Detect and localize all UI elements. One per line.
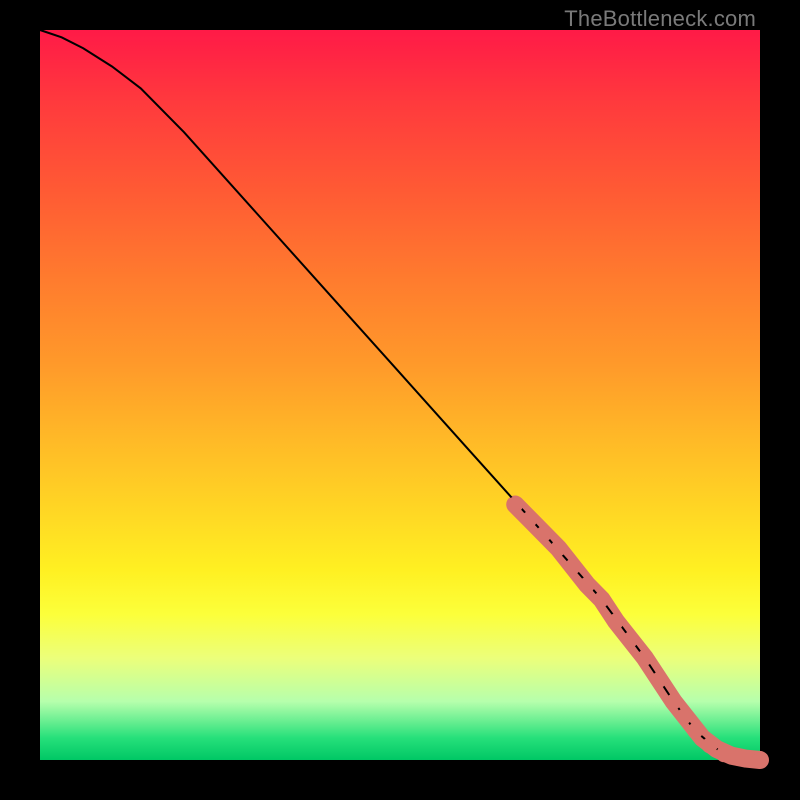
data-point xyxy=(651,672,667,688)
data-point xyxy=(536,526,552,542)
data-point xyxy=(594,591,610,607)
data-point xyxy=(666,694,682,710)
data-point xyxy=(622,632,638,648)
watermark-text: TheBottleneck.com xyxy=(564,6,756,32)
data-point xyxy=(565,559,581,575)
data-point xyxy=(637,650,653,666)
data-point xyxy=(702,737,718,753)
data-point xyxy=(752,752,768,768)
data-point xyxy=(676,708,692,724)
chart-svg xyxy=(40,30,760,760)
chart-frame: TheBottleneck.com xyxy=(0,0,800,800)
main-curve xyxy=(40,30,760,760)
curve-layer xyxy=(40,30,760,760)
points-layer xyxy=(507,497,768,769)
data-point xyxy=(550,540,566,556)
data-point xyxy=(687,723,703,739)
data-point xyxy=(522,511,538,527)
data-point xyxy=(608,613,624,629)
plot-area xyxy=(40,30,760,760)
data-point xyxy=(507,497,523,513)
data-point xyxy=(579,577,595,593)
data-point xyxy=(730,750,746,766)
data-point xyxy=(716,746,732,762)
